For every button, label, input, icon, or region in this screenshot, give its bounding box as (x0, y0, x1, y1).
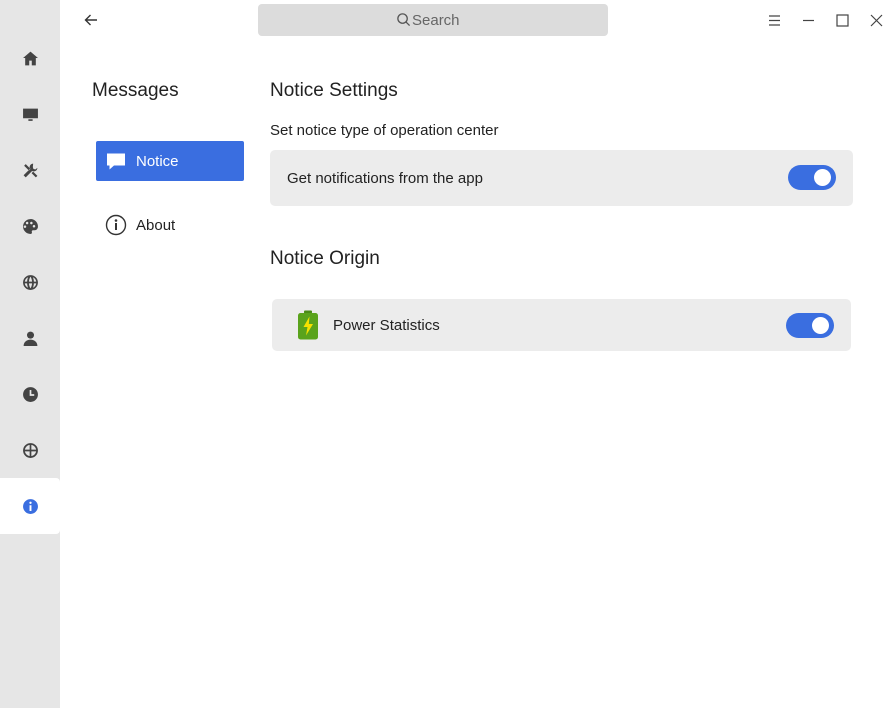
hamburger-icon (768, 14, 780, 26)
sidebar-item-label: About (136, 216, 176, 234)
notice-settings-heading: Notice Settings (270, 80, 398, 101)
rail-item-network[interactable] (0, 254, 60, 310)
arrow-left-icon (84, 14, 97, 26)
rail-item-account[interactable] (0, 310, 60, 366)
minimize-icon (802, 19, 814, 21)
rail-item-update[interactable] (0, 422, 60, 478)
toggle-knob (814, 169, 831, 186)
user-icon (23, 331, 37, 346)
app-row-power-statistics: Power Statistics (272, 299, 851, 351)
rail-item-tools[interactable] (0, 142, 60, 198)
monitor-icon (22, 108, 38, 121)
clock-icon (22, 386, 38, 402)
battery-charging-icon (298, 310, 318, 340)
search-box[interactable] (258, 4, 608, 36)
rail-item-personalization[interactable] (0, 198, 60, 254)
search-icon (397, 12, 411, 26)
notice-settings-subtitle: Set notice type of operation center (270, 122, 499, 139)
sidebar-title: Messages (92, 80, 179, 101)
palette-icon (22, 218, 38, 234)
close-button[interactable] (864, 8, 888, 32)
notification-toggle-label: Get notifications from the app (287, 169, 483, 187)
menu-button[interactable] (762, 8, 786, 32)
update-icon (22, 442, 38, 458)
rail-item-datetime[interactable] (0, 366, 60, 422)
back-button[interactable] (78, 6, 104, 34)
notice-origin-heading: Notice Origin (270, 248, 380, 269)
close-icon (870, 14, 882, 26)
app-toggle-power-statistics[interactable] (786, 313, 834, 338)
maximize-icon (835, 13, 849, 27)
app-label: Power Statistics (333, 316, 440, 334)
minimize-button[interactable] (796, 8, 820, 32)
maximize-button[interactable] (830, 8, 854, 32)
info-circle-icon (105, 214, 127, 236)
toggle-knob (812, 317, 829, 334)
sidebar-item-about[interactable]: About (96, 205, 244, 245)
rail-item-display[interactable] (0, 86, 60, 142)
tools-icon (23, 163, 37, 177)
home-icon (22, 51, 38, 65)
chat-bubble-icon (107, 153, 125, 170)
sidebar-item-notice[interactable]: Notice (96, 141, 244, 181)
info-icon (22, 498, 38, 514)
sidebar-item-label: Notice (136, 152, 179, 170)
rail-item-home[interactable] (0, 30, 60, 86)
notification-toggle[interactable] (788, 165, 836, 190)
globe-icon (22, 274, 38, 290)
left-icon-rail (0, 0, 60, 708)
notification-toggle-row: Get notifications from the app (270, 150, 853, 206)
search-input[interactable] (412, 11, 470, 29)
rail-item-about[interactable] (0, 478, 60, 534)
